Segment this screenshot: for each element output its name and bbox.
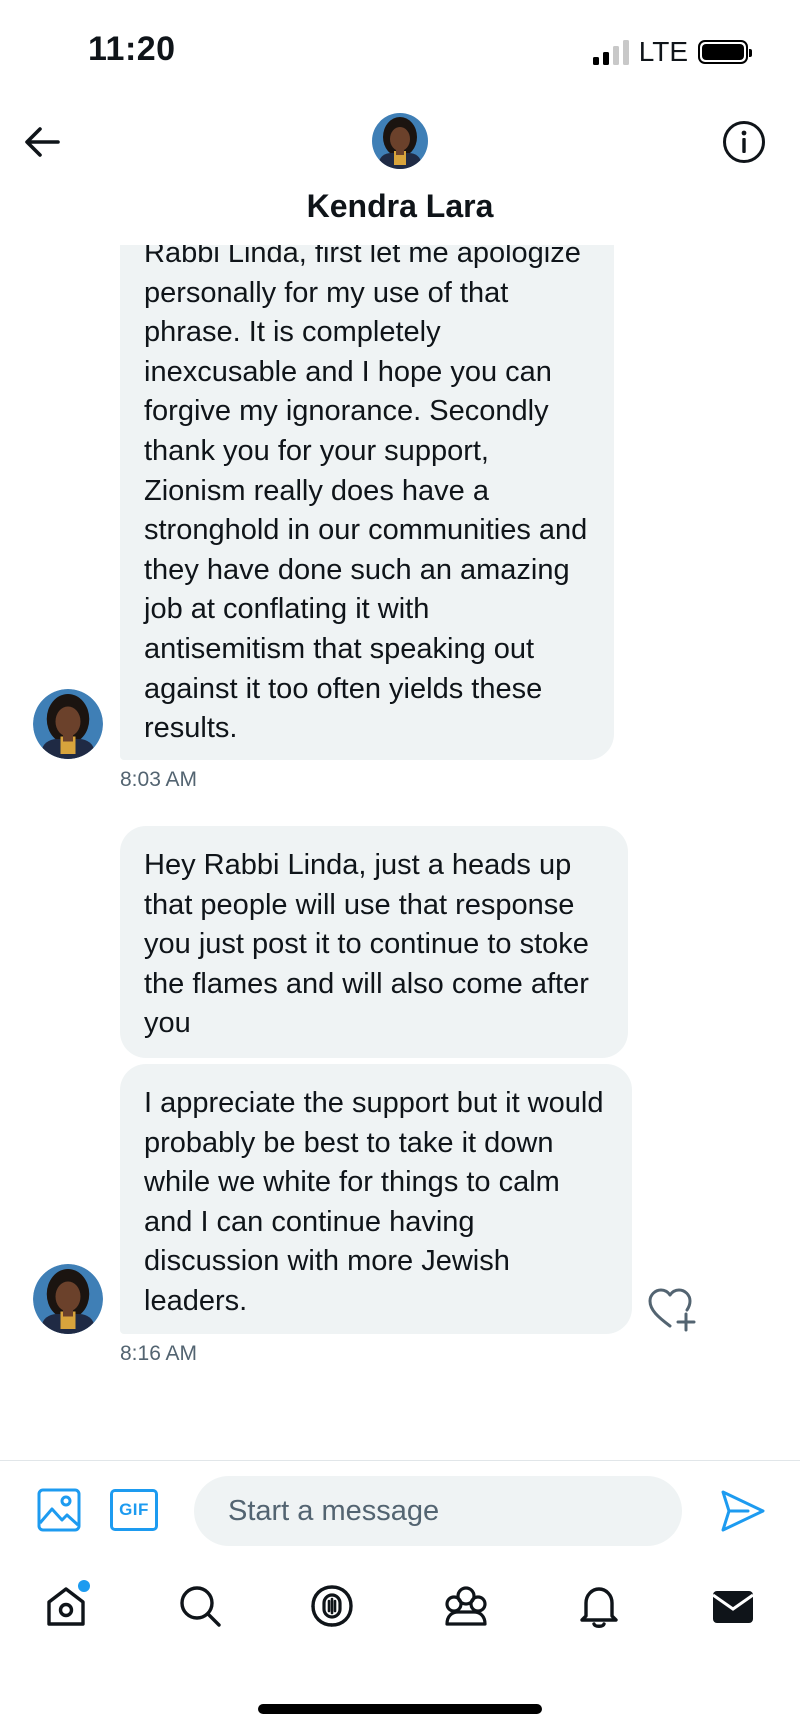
message-text: Rabbi Linda, first let me apologize pers…	[144, 237, 588, 745]
nav-notifications[interactable]	[571, 1578, 627, 1634]
message-text: Hey Rabbi Linda, just a heads up that pe…	[144, 849, 589, 1040]
sender-avatar[interactable]	[33, 689, 103, 759]
image-icon	[37, 1488, 81, 1532]
send-button[interactable]	[718, 1486, 768, 1536]
message-bubble[interactable]: Rabbi Linda, first let me apologize pers…	[120, 172, 614, 760]
info-icon	[723, 121, 765, 163]
heart-plus-icon	[648, 1288, 696, 1332]
message-timestamp: 8:03 AM	[120, 768, 198, 791]
message-input[interactable]	[194, 1476, 682, 1546]
nav-messages[interactable]	[705, 1578, 761, 1634]
contact-name: Kendra Lara	[306, 188, 494, 224]
composer-divider	[0, 1460, 800, 1461]
gif-button[interactable]: GIF	[110, 1489, 158, 1531]
signal-icon	[592, 39, 629, 65]
contact-avatar[interactable]	[372, 113, 428, 169]
arrow-left-icon	[25, 127, 60, 157]
notifications-icon	[580, 1587, 618, 1628]
nav-spaces[interactable]	[304, 1578, 360, 1634]
status-time: 11:20	[88, 30, 176, 68]
avatar-image	[33, 1264, 103, 1334]
network-label: LTE	[638, 36, 688, 67]
message-bubble[interactable]: Hey Rabbi Linda, just a heads up that pe…	[120, 826, 628, 1058]
message-text: I appreciate the support but it would pr…	[144, 1087, 604, 1317]
messages-icon	[712, 1591, 754, 1623]
home-indicator	[258, 1704, 542, 1714]
message-timestamp: 8:16 AM	[120, 1342, 198, 1365]
sender-avatar[interactable]	[33, 1264, 103, 1334]
info-button[interactable]	[721, 119, 767, 165]
status-indicators: LTE	[592, 36, 752, 68]
communities-icon	[445, 1586, 487, 1626]
battery-icon	[698, 40, 752, 64]
message-bubble[interactable]: I appreciate the support but it would pr…	[120, 1064, 632, 1334]
back-button[interactable]	[20, 120, 64, 164]
spaces-icon	[311, 1585, 353, 1627]
avatar-image	[372, 113, 428, 169]
send-icon	[721, 1490, 765, 1532]
avatar-image	[33, 689, 103, 759]
notification-dot	[78, 1580, 90, 1592]
nav-search[interactable]	[172, 1578, 228, 1634]
nav-communities[interactable]	[438, 1578, 494, 1634]
bottom-nav	[0, 1578, 800, 1648]
search-icon	[180, 1586, 221, 1627]
add-image-button[interactable]	[36, 1487, 82, 1533]
react-button[interactable]	[646, 1286, 698, 1332]
